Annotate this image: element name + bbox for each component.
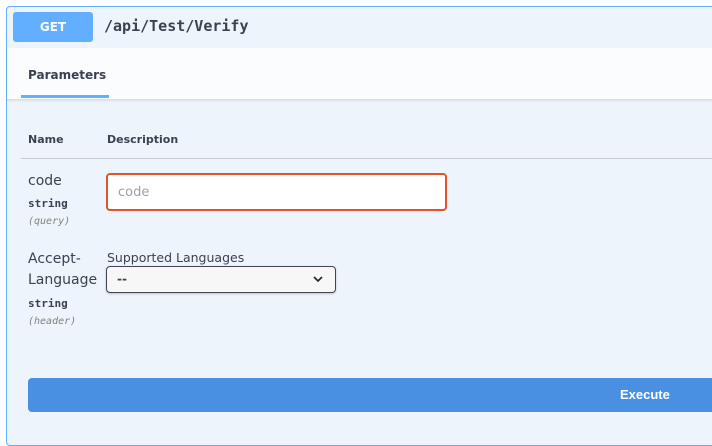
param-type-accept-language: string <box>28 297 68 310</box>
tab-parameters[interactable]: Parameters <box>28 68 106 82</box>
param-name-code: code <box>28 173 62 189</box>
accept-language-select[interactable]: -- <box>106 266 336 293</box>
chevron-down-icon <box>313 276 323 283</box>
param-type-code: string <box>28 197 68 210</box>
http-method-badge: GET <box>13 12 93 42</box>
execute-button-label: Execute <box>620 387 670 402</box>
column-header-description: Description <box>107 133 179 146</box>
param-name-accept-language-line1: Accept- <box>28 251 81 267</box>
select-value: -- <box>117 272 127 286</box>
execute-button[interactable]: Execute <box>28 378 712 412</box>
param-location-code: (query) <box>28 216 71 227</box>
param-location-accept-language: (header) <box>28 316 77 327</box>
param-name-accept-language-line2: Language <box>28 272 98 288</box>
code-input[interactable] <box>106 173 447 211</box>
header-divider <box>21 158 712 159</box>
tab-header: Parameters <box>7 48 712 100</box>
column-header-name: Name <box>28 133 64 146</box>
select-label-supported-languages: Supported Languages <box>107 250 245 265</box>
operation-block: GET /api/Test/Verify Parameters Name Des… <box>6 6 712 446</box>
operation-path: /api/Test/Verify <box>104 17 249 35</box>
operation-summary[interactable]: GET /api/Test/Verify <box>7 7 712 49</box>
active-tab-indicator <box>21 95 109 98</box>
